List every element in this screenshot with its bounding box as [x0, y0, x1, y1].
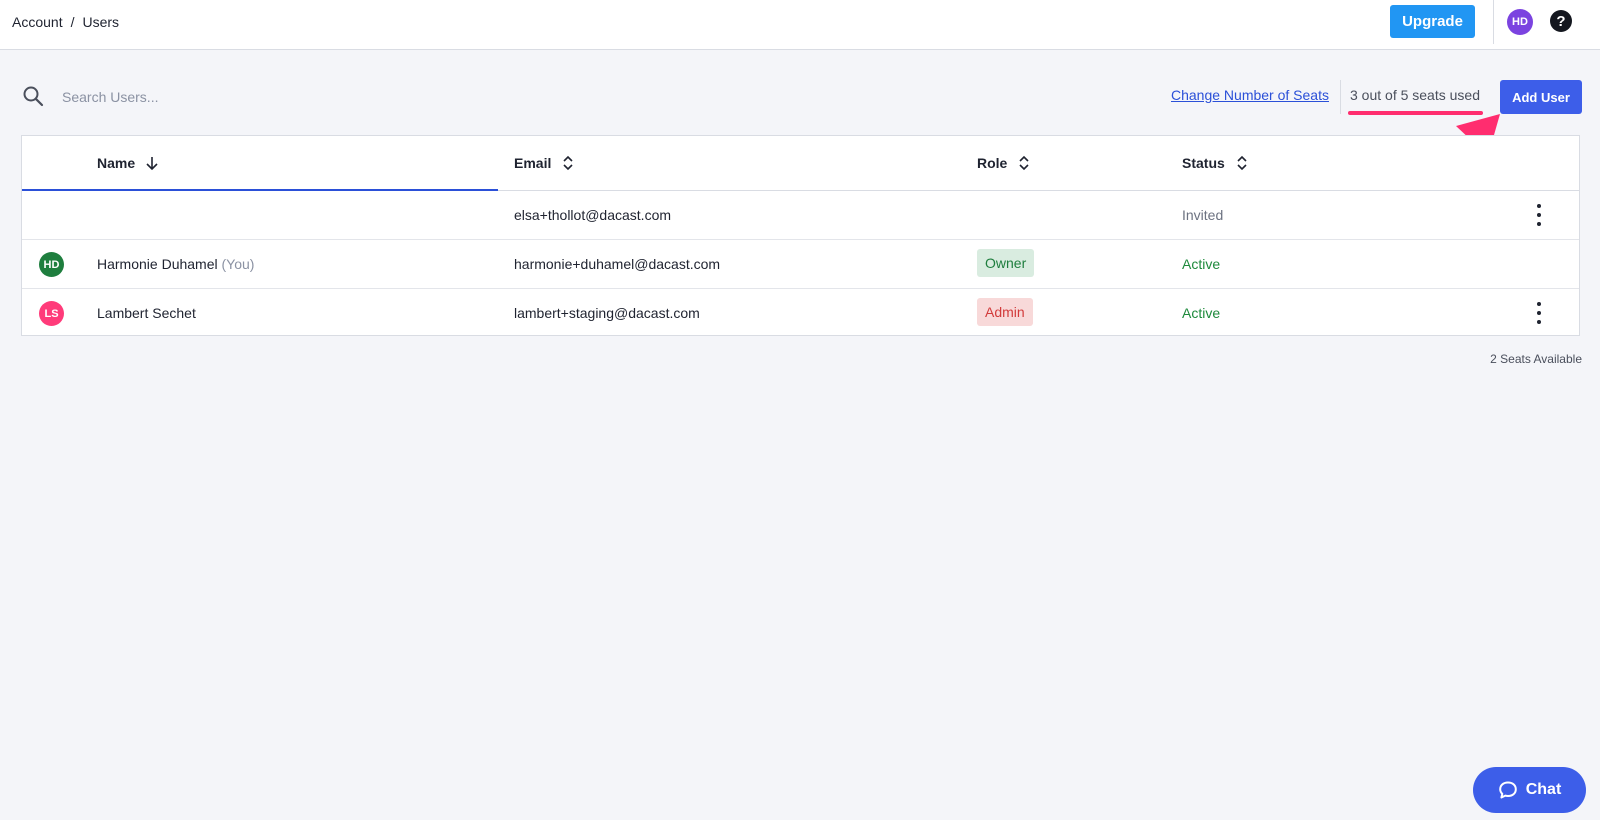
column-header-name[interactable]: Name	[97, 155, 159, 171]
sort-down-icon	[146, 157, 158, 171]
user-email: elsa+thollot@dacast.com	[514, 207, 672, 223]
sort-icon	[1237, 155, 1247, 171]
sort-icon	[1019, 155, 1029, 171]
table-row: elsa+thollot@dacast.com Invited	[22, 191, 1579, 240]
you-label: (You)	[221, 256, 255, 272]
column-label-role: Role	[977, 155, 1008, 171]
user-email: harmonie+duhamel@dacast.com	[514, 256, 721, 272]
user-status: Invited	[1182, 207, 1224, 223]
user-name-cell: Harmonie Duhamel (You)	[97, 256, 254, 272]
chat-bubble-icon	[1498, 781, 1517, 799]
column-label-email: Email	[514, 155, 552, 171]
table-header: Name Email Role Status	[22, 136, 1579, 191]
user-avatar: HD	[39, 252, 64, 277]
user-name: Lambert Sechet	[97, 305, 196, 321]
table-row: LS Lambert Sechet lambert+staging@dacast…	[22, 289, 1579, 338]
role-badge: Admin	[977, 298, 1033, 326]
user-avatar[interactable]: HD	[1507, 9, 1533, 35]
user-status: Active	[1182, 256, 1221, 272]
column-header-role[interactable]: Role	[977, 155, 1031, 171]
role-badge: Owner	[977, 249, 1035, 277]
sort-icon	[563, 155, 573, 171]
user-avatar: LS	[39, 301, 64, 326]
breadcrumb-account[interactable]: Account	[12, 14, 63, 30]
search-icon	[23, 86, 44, 107]
column-header-status[interactable]: Status	[1182, 155, 1249, 171]
help-icon[interactable]: ?	[1550, 10, 1572, 32]
breadcrumb-separator: /	[70, 14, 75, 30]
breadcrumb-users: Users	[82, 14, 120, 30]
table-row: HD Harmonie Duhamel (You) harmonie+duham…	[22, 240, 1579, 289]
user-email: lambert+staging@dacast.com	[514, 305, 700, 321]
more-options-icon[interactable]	[1534, 302, 1544, 324]
add-user-button[interactable]: Add User	[1500, 80, 1582, 114]
user-name: Harmonie Duhamel	[97, 256, 218, 272]
column-header-email[interactable]: Email	[514, 155, 575, 171]
column-label-status: Status	[1182, 155, 1225, 171]
upgrade-button[interactable]: Upgrade	[1390, 5, 1475, 38]
more-options-icon[interactable]	[1534, 204, 1544, 226]
change-seats-link[interactable]: Change Number of Seats	[1171, 87, 1329, 103]
topbar-divider	[1493, 0, 1494, 44]
seats-available-text: 2 Seats Available	[1490, 352, 1582, 366]
seats-divider	[1340, 80, 1341, 114]
seats-used-text: 3 out of 5 seats used	[1350, 87, 1480, 103]
column-label-name: Name	[97, 155, 136, 171]
breadcrumb: Account / Users	[12, 14, 119, 30]
top-bar: Account / Users Upgrade HD ?	[0, 0, 1600, 50]
users-table: Name Email Role Status elsa+thollot@daca…	[21, 135, 1580, 336]
user-status: Active	[1182, 305, 1221, 321]
chat-label: Chat	[1525, 781, 1562, 798]
search-input[interactable]	[52, 82, 452, 112]
chat-button[interactable]: Chat	[1473, 767, 1586, 813]
